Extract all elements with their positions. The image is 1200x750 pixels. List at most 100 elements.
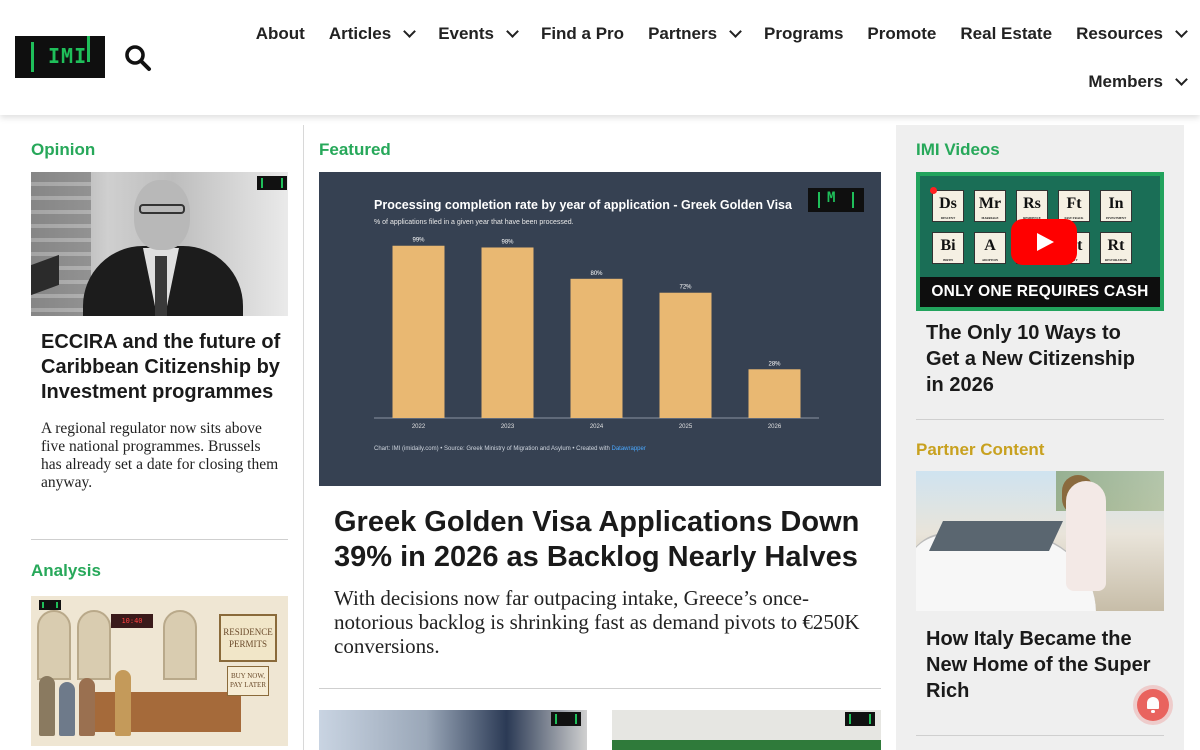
buy-now-sign: BUY NOW, PAY LATER (227, 666, 269, 696)
tile-symbol: In (1108, 195, 1124, 212)
column-divider (303, 125, 304, 750)
tile-word: MARRIAGE (981, 216, 999, 220)
tile-symbol: Rt (1107, 237, 1125, 254)
section-label-videos[interactable]: IMI Videos (916, 140, 1000, 160)
nav-item-resources[interactable]: Resources (1076, 24, 1188, 44)
x-tick-label: 2025 (679, 424, 693, 430)
nav-row-secondary: Members (286, 66, 1188, 98)
bar-2026 (748, 369, 801, 418)
video-banner-text: ONLY ONE REQUIRES CASH (920, 277, 1160, 307)
nav-item-label: Members (1088, 72, 1163, 91)
divider (319, 688, 881, 689)
search-icon[interactable] (124, 44, 152, 72)
main-nav: About Articles Events Find a Pro Partners Pro… (256, 18, 1188, 98)
nav-item-partners[interactable]: Partners (648, 24, 742, 44)
chevron-down-icon[interactable] (729, 25, 742, 38)
window-arch (77, 610, 111, 680)
nav-item-real-estate[interactable]: Real Estate (960, 24, 1052, 44)
bar-2022 (392, 245, 445, 418)
chart-footer: Chart: IMI (imidaily.com) • Source: Gree… (374, 446, 646, 452)
element-tile: Rt RESTORATION (1100, 232, 1132, 264)
nav-item-members[interactable]: Members (1088, 72, 1188, 92)
video-headline[interactable]: The Only 10 Ways to Get a New Citizenshi… (926, 320, 1158, 398)
section-label-analysis[interactable]: Analysis (31, 561, 101, 581)
chevron-down-icon[interactable] (506, 25, 519, 38)
logo-text: IMI (48, 44, 88, 68)
right-column: IMI Videos RtRESTORATIONCtCITYAADOPTIONB… (896, 125, 1184, 750)
divider (31, 539, 288, 540)
queue-display: 10:40 (111, 614, 153, 628)
residence-permits-sign: RESIDENCE PERMITS (219, 614, 277, 662)
nav-item-about[interactable]: About (256, 24, 305, 44)
element-tile: In INVESTMENT (1100, 190, 1132, 222)
partner-headline[interactable]: How Italy Became the New Home of the Sup… (926, 626, 1158, 704)
nav-item-articles[interactable]: Articles (328, 24, 417, 44)
nav-item-find-a-pro[interactable]: Find a Pro (541, 24, 624, 44)
element-tile: Bi BIRTH (932, 232, 964, 264)
analysis-article-image[interactable]: 10:40 RESIDENCE PERMITS BUY NOW, PAY LAT… (31, 596, 288, 746)
record-dot-icon (930, 187, 937, 194)
chevron-down-icon[interactable] (403, 25, 417, 38)
chevron-down-icon[interactable] (1175, 73, 1188, 86)
article-thumbnail-1[interactable] (319, 710, 587, 750)
divider (916, 419, 1164, 420)
imi-watermark-icon (845, 712, 875, 726)
person-tie (155, 256, 167, 316)
imi-watermark-icon (257, 176, 287, 190)
nav-item-promote[interactable]: Promote (867, 24, 936, 44)
building-background (31, 172, 91, 316)
x-tick-label: 2022 (412, 424, 426, 430)
element-tile: Ds DESCENT (932, 190, 964, 222)
nav-item-label: Promote (867, 24, 937, 43)
datawrapper-link[interactable]: Datawrapper (612, 446, 646, 452)
nav-item-events[interactable]: Events (438, 24, 519, 44)
nav-item-label: Programs (764, 24, 844, 43)
bar-value-label: 28% (768, 361, 781, 367)
tile-word: DESCENT (940, 216, 956, 220)
divider (916, 735, 1164, 736)
section-label-partner[interactable]: Partner Content (916, 440, 1044, 460)
opinion-headline[interactable]: ECCIRA and the future of Caribbean Citiz… (41, 330, 281, 405)
tile-symbol: Mr (978, 195, 1002, 212)
tile-symbol: Ds (939, 195, 957, 212)
video-thumbnail[interactable]: RtRESTORATIONCtCITYAADOPTIONBiBIRTHInINV… (916, 172, 1164, 311)
play-button-icon[interactable] (1011, 219, 1077, 265)
window-arch (37, 610, 71, 680)
article-thumbnail-2[interactable] (612, 710, 881, 750)
partner-article-image[interactable] (916, 471, 1164, 611)
imi-logo[interactable]: IMI (15, 36, 105, 78)
imi-watermark-icon (39, 600, 61, 610)
nav-item-label: Events (438, 24, 494, 43)
section-label-opinion[interactable]: Opinion (31, 140, 95, 160)
nav-item-label: Partners (648, 24, 718, 43)
bar-chart: 99% 2022 98% 2023 80% 2024 72% 2025 28% 2026 (374, 238, 819, 430)
featured-headline[interactable]: Greek Golden Visa Applications Down 39% … (334, 505, 874, 575)
featured-excerpt: With decisions now far outpacing intake,… (334, 586, 860, 658)
opinion-excerpt: A regional regulator now sits above five… (41, 420, 279, 491)
waiting-person (39, 676, 55, 736)
nav-item-label: Resources (1076, 24, 1163, 43)
notification-bell-icon[interactable] (1137, 689, 1169, 721)
element-tile: A ADOPTION (974, 232, 1006, 264)
opinion-article-image[interactable] (31, 172, 288, 316)
element-tile: Rs RESIDENCE (1016, 190, 1048, 222)
bar-2023 (481, 247, 534, 418)
chevron-down-icon[interactable] (1175, 25, 1188, 38)
nav-item-label: Articles (328, 24, 392, 43)
x-tick-label: 2023 (501, 424, 515, 430)
tile-word: ADOPTION (981, 258, 999, 262)
window-arch (163, 610, 197, 680)
tile-word: RESTORATION (1105, 258, 1127, 262)
tile-word: BIRTH (943, 258, 953, 262)
tile-word: INVESTMENT (1105, 216, 1127, 220)
nav-item-label: Find a Pro (540, 24, 625, 43)
section-label-featured[interactable]: Featured (319, 140, 391, 160)
person-head (134, 180, 190, 250)
imi-watermark-icon (551, 712, 581, 726)
tile-symbol: Ft (1066, 195, 1082, 212)
bar-value-label: 98% (501, 239, 514, 245)
featured-chart-image[interactable]: Processing completion rate by year of ap… (319, 172, 881, 486)
nav-item-programs[interactable]: Programs (764, 24, 843, 44)
x-tick-label: 2024 (590, 424, 604, 430)
service-counter (91, 692, 241, 732)
